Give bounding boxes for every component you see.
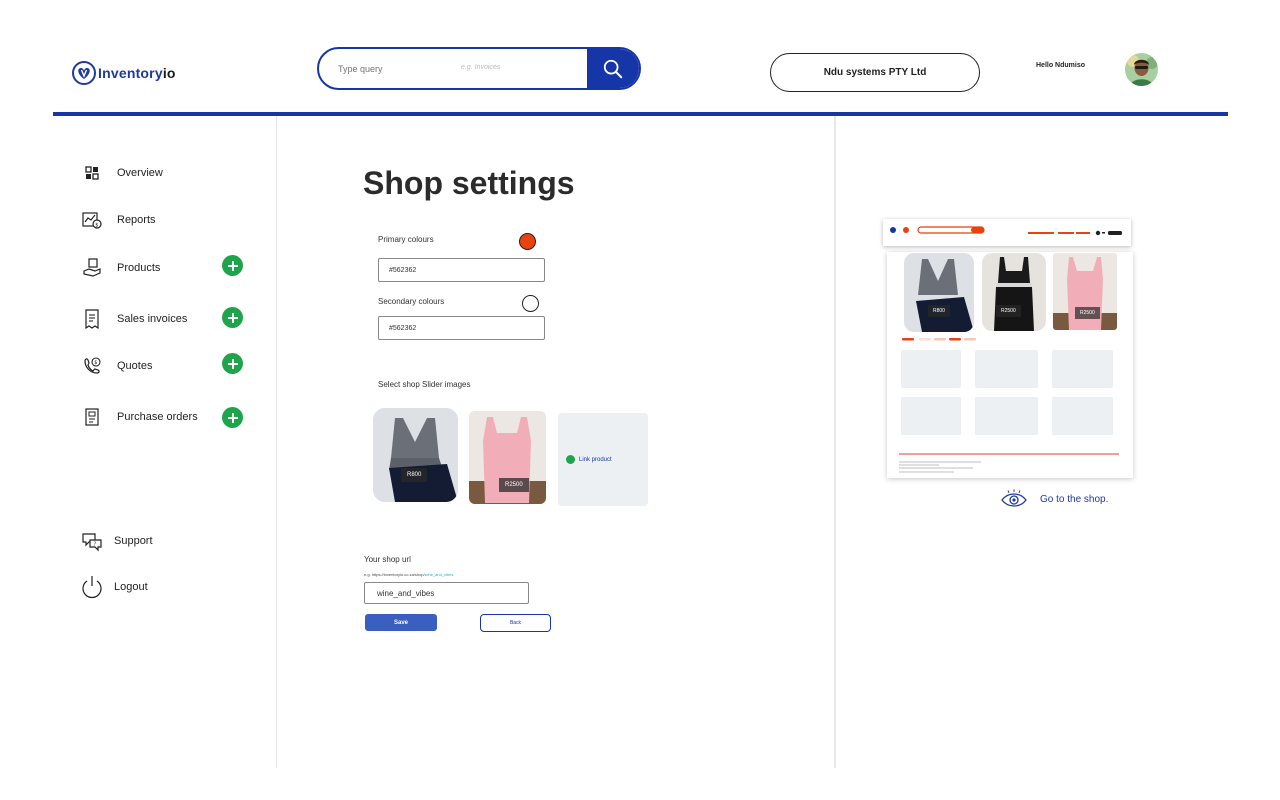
search-hint: e.g. Invoices <box>461 64 501 71</box>
preview-tile <box>1052 397 1113 435</box>
preview-price-tag: R800 <box>928 305 950 317</box>
preview-tile <box>901 350 961 388</box>
preview-tile <box>975 350 1038 388</box>
sidebar-item-label: Purchase orders <box>117 411 198 423</box>
preview-divider <box>834 116 836 768</box>
shop-url-field[interactable] <box>364 582 529 604</box>
add-quote-button[interactable] <box>222 353 243 374</box>
secondary-colour-field[interactable] <box>378 316 545 340</box>
plus-icon <box>227 312 238 323</box>
header-divider <box>53 112 1228 116</box>
search-bar: e.g. Invoices <box>317 47 641 90</box>
primary-colour-field[interactable] <box>378 258 545 282</box>
sales-invoices-icon <box>80 307 104 331</box>
page-title: Shop settings <box>363 165 575 201</box>
overview-icon <box>80 161 104 185</box>
sidebar-item-purchase-orders[interactable]: Purchase orders <box>80 405 198 429</box>
sidebar-item-reports[interactable]: $ Reports <box>80 208 156 232</box>
back-button[interactable]: Back <box>480 614 551 632</box>
link-product-button[interactable]: Link product <box>558 413 648 506</box>
secondary-colour-label: Secondary colours <box>378 297 445 306</box>
user-avatar[interactable] <box>1125 53 1158 86</box>
logo-heart-icon <box>72 61 96 85</box>
save-button[interactable]: Save <box>365 614 437 631</box>
power-icon <box>80 575 104 599</box>
svg-text:$: $ <box>95 222 98 228</box>
sidebar-item-label: Products <box>117 262 161 274</box>
inventoryio-logo[interactable]: Inventoryio <box>72 61 176 85</box>
slider-images-label: Select shop Slider images <box>378 380 471 389</box>
preview-price-tag: R2500 <box>996 305 1021 317</box>
preview-footer <box>899 453 1119 473</box>
sidebar-item-label: Reports <box>117 214 156 226</box>
preview-product-image-3: R2500 <box>1053 253 1117 330</box>
add-product-button[interactable] <box>222 255 243 276</box>
sidebar-item-logout[interactable]: Logout <box>80 575 148 599</box>
preview-product-image-1: R800 <box>904 253 974 332</box>
secondary-colour-swatch[interactable] <box>522 295 539 312</box>
go-to-shop-label: Go to the shop. <box>1040 493 1109 505</box>
sidebar-item-label: Overview <box>117 167 163 179</box>
support-icon: ? <box>80 529 104 553</box>
plus-icon <box>227 412 238 423</box>
plus-icon <box>227 260 238 271</box>
sidebar-divider <box>276 116 277 768</box>
company-selector[interactable]: Ndu systems PTY Ltd <box>770 53 980 92</box>
svg-text:$: $ <box>94 360 97 366</box>
products-icon <box>80 256 104 280</box>
sidebar-item-products[interactable]: Products <box>80 256 160 280</box>
preview-tile <box>975 397 1038 435</box>
plus-icon <box>227 358 238 369</box>
link-product-label: Link product <box>579 456 612 463</box>
preview-product-image-2: R2500 <box>982 253 1046 331</box>
go-to-shop-link[interactable]: Go to the shop. <box>1000 489 1108 509</box>
eye-icon <box>1001 489 1027 507</box>
slider-image-2[interactable]: R2500 <box>469 411 546 504</box>
sidebar-item-label: Support <box>114 535 153 547</box>
search-input[interactable] <box>319 49 587 88</box>
quotes-icon: $ <box>80 354 104 378</box>
sidebar-item-sales-invoices[interactable]: Sales invoices <box>80 307 187 331</box>
preview-header <box>883 219 1131 246</box>
add-purchase-order-button[interactable] <box>222 407 243 428</box>
purchase-orders-icon <box>80 405 104 429</box>
preview-tile <box>1052 350 1113 388</box>
search-button[interactable] <box>587 49 639 88</box>
preview-tile <box>901 397 961 435</box>
greeting: Hello Ndumiso <box>1036 62 1086 69</box>
sidebar-item-label: Sales invoices <box>117 313 188 325</box>
slider-image-1[interactable]: R800 <box>373 408 458 502</box>
reports-icon: $ <box>80 208 104 232</box>
sidebar-item-overview[interactable]: Overview <box>80 161 163 185</box>
primary-colour-label: Primary colours <box>378 235 434 244</box>
check-icon <box>566 455 575 464</box>
preview-price-tag: R2500 <box>1075 307 1100 319</box>
sidebar-item-quotes[interactable]: $ Quotes <box>80 354 152 378</box>
shop-preview: R800 R2500 R2500 <box>887 252 1133 478</box>
sidebar-item-label: Quotes <box>117 360 153 372</box>
logo-text: Inventoryio <box>98 65 176 81</box>
sidebar-item-support[interactable]: ? Support <box>80 529 153 553</box>
preview-slider-dots <box>902 338 976 341</box>
search-icon <box>603 59 623 78</box>
slider-price-tag: R800 <box>401 468 428 482</box>
slider-price-tag: R2500 <box>499 478 529 492</box>
sidebar-item-label: Logout <box>114 581 148 593</box>
shop-settings-page: Inventoryio e.g. Invoices Ndu systems PT… <box>0 0 1280 800</box>
add-sales-invoice-button[interactable] <box>222 307 243 328</box>
svg-text:?: ? <box>94 542 97 548</box>
shop-url-hint: e.g. https://inventoryio.co.za/shop/wine… <box>364 572 454 577</box>
primary-colour-swatch[interactable] <box>519 233 536 250</box>
shop-url-label: Your shop url <box>364 555 411 564</box>
